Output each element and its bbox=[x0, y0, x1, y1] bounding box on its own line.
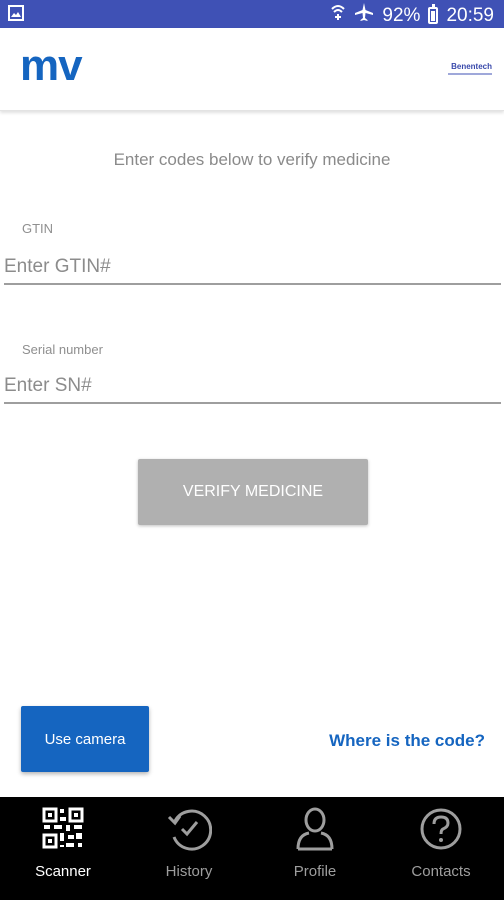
serial-number-label: Serial number bbox=[22, 342, 103, 357]
partner-logo-underline bbox=[448, 73, 492, 75]
status-bar: 92% 20:59 bbox=[0, 0, 504, 28]
serial-number-input[interactable] bbox=[4, 370, 501, 404]
profile-icon bbox=[295, 807, 335, 856]
partner-logo: Benentech bbox=[448, 62, 492, 75]
nav-item-history[interactable]: History bbox=[126, 797, 252, 900]
nav-label-scanner: Scanner bbox=[35, 863, 91, 880]
clock: 20:59 bbox=[446, 4, 494, 26]
nav-label-contacts: Contacts bbox=[411, 863, 471, 880]
where-is-the-code-link[interactable]: Where is the code? bbox=[329, 731, 485, 751]
qr-code-icon bbox=[42, 807, 84, 854]
battery-percent: 92% bbox=[382, 4, 421, 26]
battery-icon bbox=[428, 4, 439, 24]
wifi-icon bbox=[330, 3, 346, 28]
app-logo: mv bbox=[20, 41, 83, 90]
gallery-notification-icon bbox=[8, 5, 24, 26]
bottom-navigation: Scanner History Profile Contacts bbox=[0, 797, 504, 900]
nav-label-history: History bbox=[165, 863, 213, 880]
gtin-label: GTIN bbox=[22, 221, 54, 236]
nav-item-scanner[interactable]: Scanner bbox=[0, 797, 126, 900]
instruction-text: Enter codes below to verify medicine bbox=[113, 150, 391, 169]
gtin-input[interactable] bbox=[4, 251, 501, 285]
verify-medicine-button[interactable]: VERIFY MEDICINE bbox=[138, 459, 368, 525]
airplane-mode-icon bbox=[354, 2, 374, 29]
nav-item-contacts[interactable]: Contacts bbox=[378, 797, 504, 900]
nav-item-profile[interactable]: Profile bbox=[252, 797, 378, 900]
app-header: mv Benentech bbox=[0, 28, 504, 111]
use-camera-button[interactable]: Use camera bbox=[21, 706, 149, 772]
partner-logo-text: Benentech bbox=[451, 62, 492, 71]
history-icon bbox=[166, 807, 213, 856]
help-icon bbox=[419, 807, 463, 856]
nav-label-profile: Profile bbox=[293, 863, 337, 880]
